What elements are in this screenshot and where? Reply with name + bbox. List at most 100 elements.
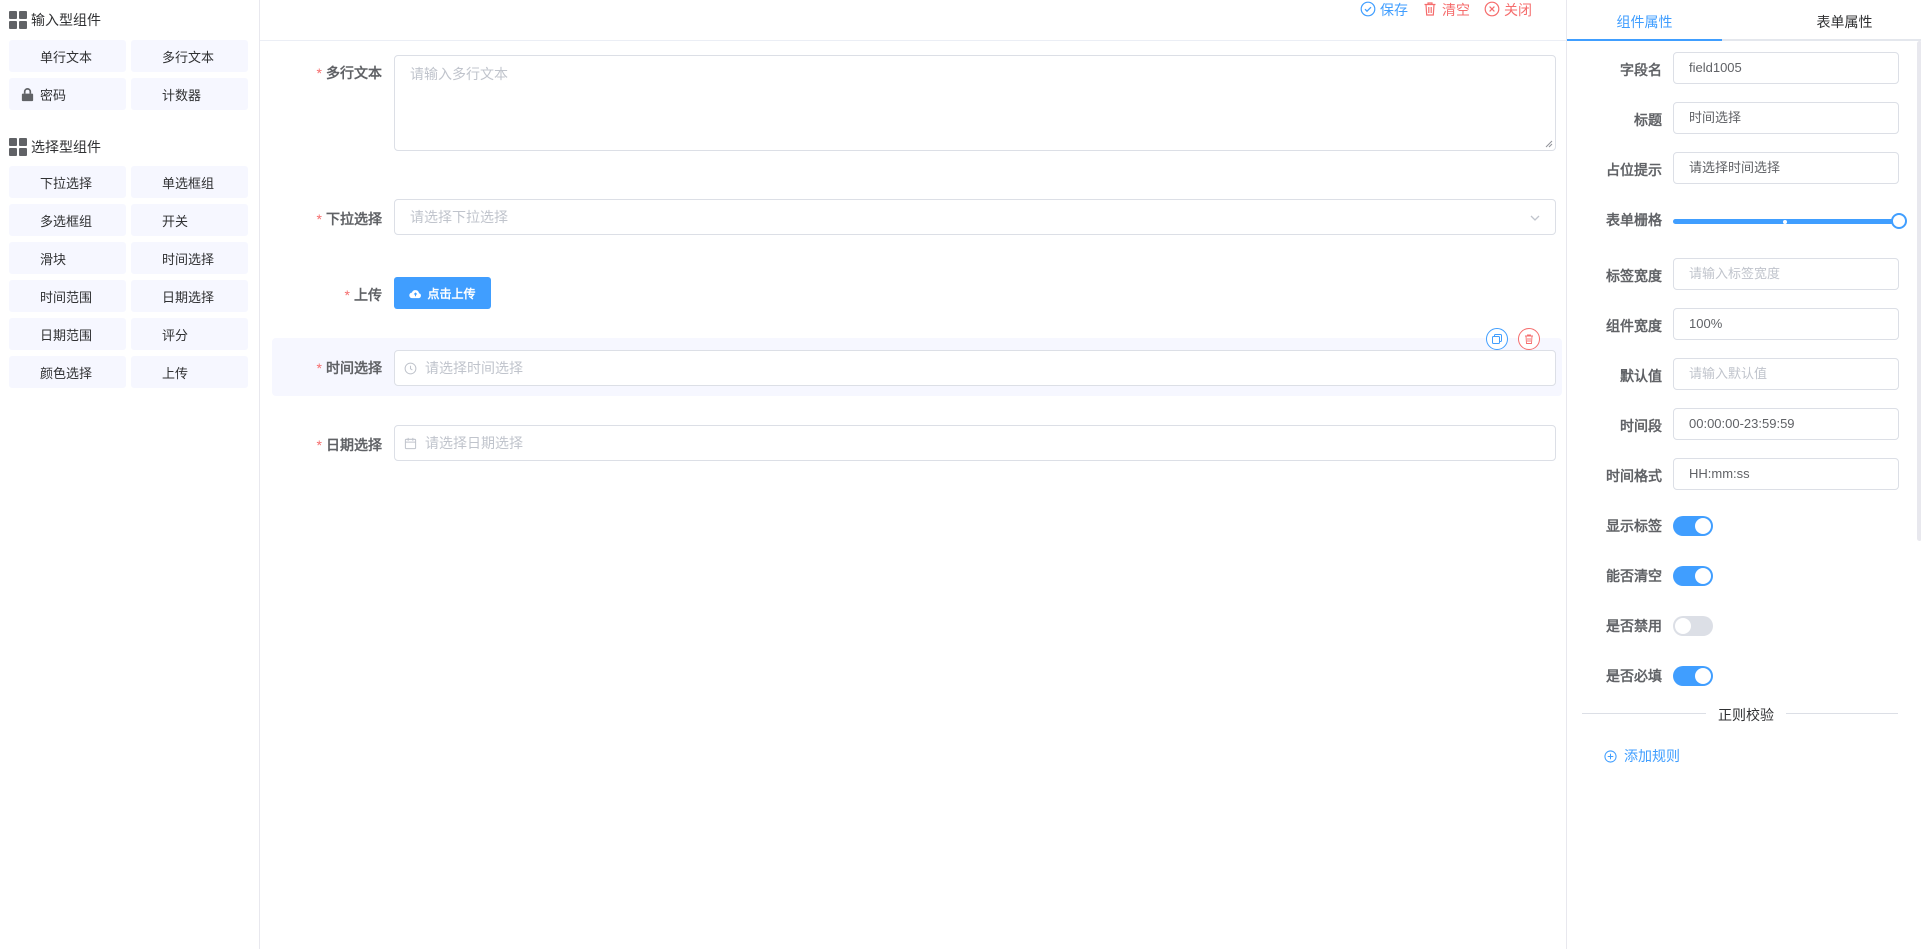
field-name-input[interactable]: field1005 (1673, 52, 1899, 84)
copy-icon (1492, 334, 1502, 344)
prop-label-placeholder: 占位提示 (1606, 162, 1662, 178)
slider-handle[interactable] (1891, 213, 1907, 229)
component-date-range[interactable]: 日期范围 (9, 318, 126, 350)
clear-button[interactable]: 清空 (1422, 0, 1470, 20)
disabled-switch[interactable] (1673, 616, 1713, 636)
field-label: * 多行文本 (316, 65, 382, 81)
span-slider[interactable] (1673, 213, 1907, 229)
component-rate[interactable]: 评分 (131, 318, 248, 350)
form-item-select[interactable]: * 下拉选择 请选择下拉选择 (272, 199, 1562, 235)
prop-label-required: 是否必填 (1606, 668, 1662, 684)
required-switch[interactable] (1673, 666, 1713, 686)
add-rule-button[interactable]: 添加规则 (1604, 746, 1680, 766)
component-switch[interactable]: 开关 (131, 204, 248, 236)
toolbar: 保存 清空 关闭 (1360, 0, 1532, 20)
component-time-picker[interactable]: 时间选择 (131, 242, 248, 274)
field-label: * 时间选择 (316, 360, 382, 376)
component-password[interactable]: 密码 (9, 78, 126, 110)
chevron-down-icon (1530, 215, 1540, 221)
switch-knob (1695, 518, 1711, 534)
lock-icon (20, 87, 36, 102)
clock-icon (404, 362, 417, 375)
close-circle-icon (1484, 1, 1500, 20)
switch-knob (1695, 668, 1711, 684)
prop-label-span: 表单栅格 (1606, 212, 1662, 228)
prop-label-default-value: 默认值 (1620, 368, 1662, 384)
prop-label-clearable: 能否清空 (1606, 568, 1662, 584)
placeholder-input[interactable]: 请选择时间选择 (1673, 152, 1899, 184)
component-checkbox-group[interactable]: 多选框组 (9, 204, 126, 236)
prop-label-label-width: 标签宽度 (1606, 268, 1662, 284)
grid-icon (9, 138, 27, 156)
tab-form-props[interactable]: 表单属性 (1767, 0, 1921, 41)
prop-label-title: 标题 (1634, 112, 1662, 128)
form-item-date[interactable]: * 日期选择 请选择日期选择 (272, 425, 1562, 461)
copy-button[interactable] (1486, 328, 1508, 350)
regex-divider-text: 正则校验 (1706, 705, 1786, 725)
switch-knob (1675, 618, 1691, 634)
cloud-upload-icon (409, 289, 422, 298)
time-picker-input[interactable]: 请选择时间选择 (394, 350, 1556, 386)
form-item-time-selected[interactable]: * 时间选择 请选择时间选择 (272, 328, 1562, 396)
date-picker-input[interactable]: 请选择日期选择 (394, 425, 1556, 461)
prop-label-show-label: 显示标签 (1606, 518, 1662, 534)
active-tab-indicator (1567, 39, 1722, 41)
prop-label-disabled: 是否禁用 (1606, 618, 1662, 634)
default-value-input[interactable]: 请输入默认值 (1673, 358, 1899, 390)
trash-icon (1525, 334, 1533, 344)
field-label: * 日期选择 (316, 437, 382, 453)
delete-button[interactable] (1518, 328, 1540, 350)
multiline-textarea[interactable]: 请输入多行文本 (394, 55, 1556, 151)
slider-stop (1783, 219, 1787, 224)
form-canvas: * 多行文本 请输入多行文本 * 下拉选择 请选择下拉选择 * 上传 点击上传 * 时间… (260, 41, 1566, 949)
item-actions (1486, 328, 1540, 350)
label-width-input[interactable]: 请输入标签宽度 (1673, 258, 1899, 290)
property-tabs: 组件属性 表单属性 (1567, 0, 1921, 41)
time-format-input[interactable]: HH:mm:ss (1673, 458, 1899, 490)
save-button[interactable]: 保存 (1360, 0, 1408, 20)
prop-label-time-format: 时间格式 (1606, 468, 1662, 484)
component-date-picker[interactable]: 日期选择 (131, 280, 248, 312)
prop-label-time-range: 时间段 (1620, 418, 1662, 434)
component-radio-group[interactable]: 单选框组 (131, 166, 248, 198)
check-circle-icon (1360, 1, 1376, 20)
component-upload[interactable]: 上传 (131, 356, 248, 388)
switch-knob (1695, 568, 1711, 584)
component-single-line-text[interactable]: 单行文本 (9, 40, 126, 72)
form-item-textarea[interactable]: * 多行文本 请输入多行文本 (272, 55, 1562, 159)
clearable-switch[interactable] (1673, 566, 1713, 586)
time-range-input[interactable]: 00:00:00-23:59:59 (1673, 408, 1899, 440)
tab-component-props[interactable]: 组件属性 (1567, 0, 1722, 41)
select-group-title: 选择型组件 (9, 137, 101, 157)
input-components: 单行文本 多行文本 密码 计数器 (9, 40, 249, 110)
dropdown-select[interactable]: 请选择下拉选择 (394, 199, 1556, 235)
component-time-range[interactable]: 时间范围 (9, 280, 126, 312)
component-panel: 输入型组件 单行文本 多行文本 密码 计数器 选择型组件 下拉选择 单选框组 多… (0, 0, 260, 949)
component-color-picker[interactable]: 颜色选择 (9, 356, 126, 388)
input-group-title: 输入型组件 (9, 10, 101, 30)
trash-icon (1422, 1, 1438, 20)
field-label: * 下拉选择 (316, 211, 382, 227)
component-width-input[interactable]: 100% (1673, 308, 1899, 340)
resize-handle-icon (1545, 140, 1553, 148)
upload-button[interactable]: 点击上传 (394, 277, 491, 309)
input-group-title-text: 输入型组件 (31, 12, 101, 28)
show-label-switch[interactable] (1673, 516, 1713, 536)
grid-icon (9, 11, 27, 29)
component-multi-line-text[interactable]: 多行文本 (131, 40, 248, 72)
plus-circle-icon (1604, 749, 1617, 763)
calendar-icon (404, 437, 417, 450)
component-counter[interactable]: 计数器 (131, 78, 248, 110)
prop-label-component-width: 组件宽度 (1606, 318, 1662, 334)
select-group-title-text: 选择型组件 (31, 139, 101, 155)
select-components: 下拉选择 单选框组 多选框组 开关 滑块 时间选择 时间范围 日期选择 日期范围… (9, 166, 249, 388)
component-dropdown[interactable]: 下拉选择 (9, 166, 126, 198)
form-item-upload[interactable]: * 上传 点击上传 (272, 277, 1562, 309)
property-panel: 组件属性 表单属性 字段名 field1005 标题 时间选择 占位提示 请选择… (1566, 0, 1921, 949)
prop-label-field-name: 字段名 (1620, 62, 1662, 78)
component-slider[interactable]: 滑块 (9, 242, 126, 274)
close-button[interactable]: 关闭 (1484, 0, 1532, 20)
title-input[interactable]: 时间选择 (1673, 102, 1899, 134)
vertical-scrollbar[interactable] (1917, 41, 1921, 541)
field-label: * 上传 (344, 287, 382, 303)
